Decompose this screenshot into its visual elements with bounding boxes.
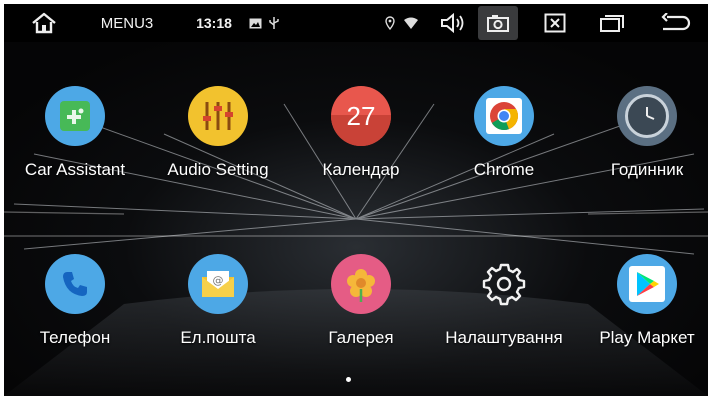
app-label: Годинник xyxy=(610,160,684,179)
recent-apps-button[interactable] xyxy=(594,4,630,42)
usb-icon xyxy=(266,4,282,42)
app-settings[interactable]: Налаштування xyxy=(434,254,574,366)
image-icon xyxy=(246,4,264,42)
settings-icon xyxy=(474,254,534,314)
volume-button[interactable] xyxy=(436,4,468,42)
car-assistant-icon xyxy=(45,86,105,146)
home-icon xyxy=(32,12,56,34)
status-bar: MENU3 13:18 xyxy=(4,4,708,42)
calendar-date: 27 xyxy=(346,100,376,131)
app-label: Календар xyxy=(322,160,400,179)
app-label: Car Assistant xyxy=(24,160,126,179)
app-phone[interactable]: Телефон xyxy=(5,254,145,366)
app-calendar[interactable]: 27 Календар xyxy=(291,86,431,198)
app-gallery[interactable]: Галерея xyxy=(291,254,431,366)
location-icon xyxy=(382,4,398,42)
email-icon: @ xyxy=(188,254,248,314)
app-clock[interactable]: Годинник xyxy=(577,86,708,198)
screenshot-icon xyxy=(487,15,509,32)
app-audio-setting[interactable]: Audio Setting xyxy=(148,86,288,198)
back-icon xyxy=(661,13,691,31)
app-label: Ел.пошта xyxy=(180,328,256,347)
app-label: Play Маркет xyxy=(599,328,695,347)
equalizer-icon xyxy=(188,86,248,146)
gallery-icon xyxy=(331,254,391,314)
app-label: Налаштування xyxy=(445,328,563,347)
close-window-button[interactable] xyxy=(538,4,572,42)
svg-text:@: @ xyxy=(213,274,224,287)
volume-icon xyxy=(441,12,464,34)
phone-icon xyxy=(45,254,105,314)
wifi-icon xyxy=(402,4,420,42)
recent-apps-icon xyxy=(600,15,624,32)
app-label: Галерея xyxy=(328,328,394,347)
clock-icon xyxy=(617,86,677,146)
home-screen: MENU3 13:18 Car Assistant Audio Setting … xyxy=(4,4,708,396)
app-label: Телефон xyxy=(39,328,111,347)
app-play-store[interactable]: Play Маркет xyxy=(577,254,708,366)
page-indicator xyxy=(346,377,351,382)
app-label: Chrome xyxy=(473,160,535,179)
menu-title: MENU3 xyxy=(100,14,154,32)
app-label: Audio Setting xyxy=(167,160,269,179)
clock-time: 13:18 xyxy=(196,15,232,31)
back-button[interactable] xyxy=(656,4,696,42)
close-window-icon xyxy=(544,13,566,33)
home-button[interactable] xyxy=(26,4,62,42)
app-chrome[interactable]: Chrome xyxy=(434,86,574,198)
calendar-icon: 27 xyxy=(331,86,391,146)
play-store-icon xyxy=(617,254,677,314)
chrome-icon xyxy=(474,86,534,146)
app-email[interactable]: @ Ел.пошта xyxy=(148,254,288,366)
screenshot-button[interactable] xyxy=(478,6,518,40)
app-car-assistant[interactable]: Car Assistant xyxy=(5,86,145,198)
